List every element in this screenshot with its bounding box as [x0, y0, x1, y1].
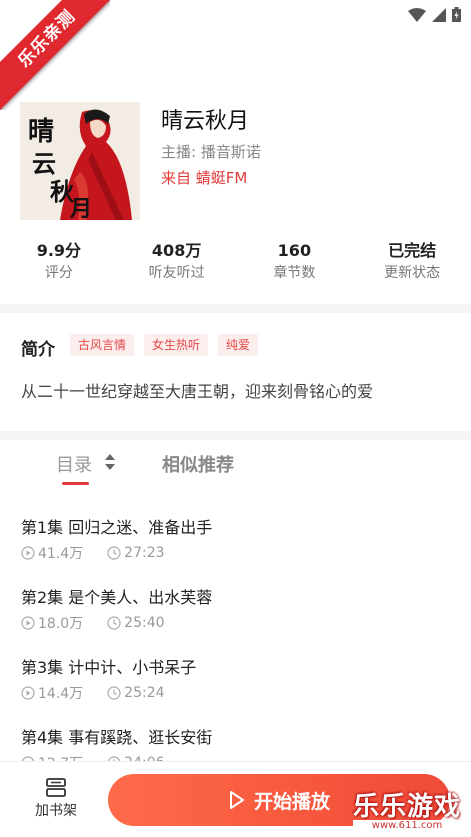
status-icons: [408, 7, 461, 22]
active-tab-indicator: [62, 482, 89, 485]
play-icon: [229, 791, 244, 809]
episode-duration: 25:24: [124, 685, 165, 701]
episode-list: 第1集 回归之迷、准备出手 41.4万 27:23 第2集 是个美人、出水芙蓉 …: [0, 500, 471, 780]
episode-plays: 41.4万: [38, 546, 84, 562]
bookshelf-icon: [46, 778, 66, 797]
cover-title-char: 晴: [28, 117, 54, 147]
play-count-icon: [21, 686, 35, 700]
promo-ribbon-label: 乐乐亲测: [0, 0, 110, 110]
add-to-shelf-label: 加书架: [35, 803, 77, 819]
book-title: 晴云秋月: [161, 109, 250, 134]
stat-chapters: 160 章节数: [236, 240, 354, 284]
stat-value: 408万: [151, 241, 202, 260]
episode-title: 第3集 计中计、小书呆子: [21, 658, 197, 677]
clock-icon: [107, 616, 121, 630]
wifi-icon: [408, 7, 426, 22]
play-count-icon: [21, 546, 35, 560]
promo-ribbon: 乐乐亲测: [0, 0, 110, 110]
episode-duration: 27:23: [124, 545, 165, 561]
episode-duration: 25:40: [124, 615, 165, 631]
tab-similar[interactable]: 相似推荐: [162, 451, 234, 477]
intro-title: 简介: [21, 340, 55, 360]
episode-title: 第2集 是个美人、出水芙蓉: [21, 588, 213, 607]
clock-icon: [107, 686, 121, 700]
book-source[interactable]: 来自 蜻蜓FM: [161, 167, 247, 188]
tag[interactable]: 纯爱: [218, 334, 259, 356]
stat-value: 9.9分: [36, 241, 82, 260]
tag-list: 古风言情 女生热听 纯爱: [70, 334, 259, 356]
tag[interactable]: 女生热听: [144, 334, 209, 356]
stat-listeners: 408万 听友听过: [118, 240, 236, 284]
intro-text[interactable]: 从二十一世纪穿越至大唐王朝，迎来刻骨铭心的爱: [21, 378, 373, 402]
episode-meta: 14.4万 25:24: [21, 683, 165, 703]
site-watermark: 乐乐游戏 www.611.com: [353, 786, 462, 831]
stat-label: 章节数: [273, 265, 316, 281]
stat-label: 评分: [44, 265, 73, 281]
add-to-shelf-button[interactable]: 加书架: [28, 778, 84, 820]
tab-catalog[interactable]: 目录: [56, 451, 92, 477]
episode-meta: 18.0万 25:40: [21, 613, 165, 633]
episode-meta: 41.4万 27:23: [21, 543, 165, 563]
tag[interactable]: 古风言情: [70, 334, 135, 356]
episode-item[interactable]: 第2集 是个美人、出水芙蓉 18.0万 25:40: [0, 570, 471, 640]
episode-title: 第1集 回归之迷、准备出手: [21, 518, 213, 537]
play-count-icon: [21, 616, 35, 630]
stat-status: 已完结 更新状态: [353, 240, 471, 284]
sort-icon[interactable]: [104, 453, 116, 471]
episode-plays: 14.4万: [38, 686, 84, 702]
episode-title: 第4集 事有蹊跷、逛长安街: [21, 728, 213, 747]
cover-title-char: 云: [32, 149, 56, 178]
battery-icon: [452, 7, 461, 22]
book-host: 主播: 播音斯诺: [161, 143, 261, 161]
stat-value: 已完结: [388, 241, 437, 260]
book-stats: 9.9分 评分 408万 听友听过 160 章节数 已完结 更新状态: [0, 240, 471, 284]
book-header: 晴 云 秋 月 晴云秋月 主播: 播音斯诺 来自 蜻蜓FM 9.9分 评分 40…: [0, 96, 471, 306]
stat-label: 听友听过: [148, 265, 205, 281]
stat-rating: 9.9分 评分: [0, 240, 118, 284]
content-tabs: 目录 相似推荐: [0, 441, 471, 491]
episode-item[interactable]: 第3集 计中计、小书呆子 14.4万 25:24: [0, 640, 471, 710]
episode-plays: 18.0万: [38, 616, 84, 632]
book-cover[interactable]: 晴 云 秋 月: [20, 102, 140, 220]
section-divider: [0, 304, 471, 313]
watermark-logo: 乐乐游戏: [353, 792, 462, 822]
signal-icon: [432, 7, 446, 22]
episode-item[interactable]: 第1集 回归之迷、准备出手 41.4万 27:23: [0, 500, 471, 570]
stat-label: 更新状态: [384, 265, 441, 281]
intro-section: 简介 古风言情 女生热听 纯爱 从二十一世纪穿越至大唐王朝，迎来刻骨铭心的爱: [0, 315, 471, 431]
section-divider: [0, 431, 471, 440]
cover-title-char: 月: [69, 196, 92, 220]
clock-icon: [107, 546, 121, 560]
start-play-label: 开始播放: [253, 790, 330, 813]
stat-value: 160: [277, 241, 312, 260]
